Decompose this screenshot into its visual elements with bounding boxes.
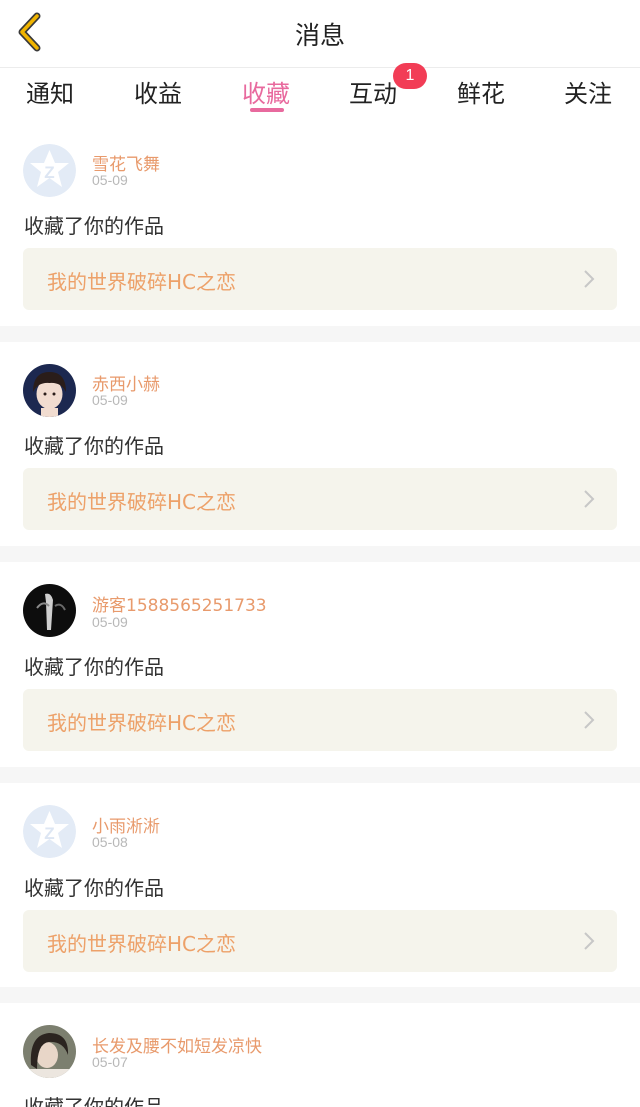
tab-label: 鲜花	[457, 80, 505, 108]
chevron-right-icon	[583, 710, 595, 734]
divider	[0, 767, 640, 783]
message-date: 05-08	[92, 834, 128, 850]
tab-label: 收益	[134, 80, 182, 108]
action-text: 收藏了你的作品	[24, 1095, 164, 1107]
list-item: 游客1588565251733 05-09 收藏了你的作品 我的世界破碎HC之恋	[0, 562, 640, 767]
work-link[interactable]: 我的世界破碎HC之恋	[23, 910, 617, 972]
action-text: 收藏了你的作品	[24, 214, 164, 238]
nav-bar: 消息	[0, 0, 640, 68]
work-link[interactable]: 我的世界破碎HC之恋	[23, 248, 617, 310]
divider	[0, 987, 640, 1003]
work-title: 我的世界破碎HC之恋	[47, 932, 237, 956]
action-text: 收藏了你的作品	[24, 434, 164, 458]
tab-label: 通知	[26, 80, 74, 108]
avatar[interactable]	[23, 584, 76, 637]
username[interactable]: 游客1588565251733	[92, 591, 267, 616]
active-tab-indicator	[250, 108, 284, 112]
unread-badge: 1	[393, 63, 427, 89]
page-title: 消息	[294, 21, 345, 50]
photo-avatar-icon	[23, 364, 76, 417]
svg-text:Z: Z	[44, 163, 54, 182]
list-item: Z 雪花飞舞 05-09 收藏了你的作品 我的世界破碎HC之恋	[0, 124, 640, 326]
message-date: 05-09	[92, 392, 128, 408]
default-z-avatar-icon: Z	[23, 144, 76, 197]
avatar[interactable]: Z	[23, 805, 76, 858]
photo-avatar-icon	[23, 1025, 76, 1078]
tab-bar: 通知 收益 收藏 互动 1 鲜花 关注	[0, 63, 640, 124]
action-text: 收藏了你的作品	[24, 876, 164, 900]
tab-notification[interactable]: 通知	[26, 74, 74, 109]
work-link[interactable]: 我的世界破碎HC之恋	[23, 468, 617, 530]
work-title: 我的世界破碎HC之恋	[47, 711, 237, 735]
work-link[interactable]: 我的世界破碎HC之恋	[23, 689, 617, 751]
message-date: 05-09	[92, 614, 128, 630]
svg-text:Z: Z	[44, 824, 54, 843]
tab-favorites[interactable]: 收藏	[242, 74, 290, 109]
work-title: 我的世界破碎HC之恋	[47, 270, 237, 294]
list-item: Z 小雨淅淅 05-08 收藏了你的作品 我的世界破碎HC之恋	[0, 783, 640, 987]
divider	[0, 326, 640, 342]
tab-follow[interactable]: 关注	[564, 74, 612, 109]
chevron-right-icon	[583, 931, 595, 955]
avatar[interactable]	[23, 1025, 76, 1078]
list-item: 赤西小赫 05-09 收藏了你的作品 我的世界破碎HC之恋	[0, 342, 640, 546]
tab-earnings[interactable]: 收益	[134, 74, 182, 109]
avatar[interactable]	[23, 364, 76, 417]
tab-label: 收藏	[242, 80, 290, 108]
avatar[interactable]: Z	[23, 144, 76, 197]
tab-label: 关注	[564, 80, 612, 108]
tab-interaction[interactable]: 互动 1	[349, 63, 427, 109]
work-title: 我的世界破碎HC之恋	[47, 490, 237, 514]
dark-photo-avatar-icon	[23, 584, 76, 637]
action-text: 收藏了你的作品	[24, 655, 164, 679]
tab-label: 互动	[349, 80, 397, 108]
divider	[0, 546, 640, 562]
default-z-avatar-icon: Z	[23, 805, 76, 858]
list-item: 长发及腰不如短发凉快 05-07 收藏了你的作品	[0, 1003, 640, 1107]
message-date: 05-07	[92, 1054, 128, 1070]
message-date: 05-09	[92, 172, 128, 188]
chevron-right-icon	[583, 489, 595, 513]
tab-flowers[interactable]: 鲜花	[457, 74, 505, 109]
chevron-right-icon	[583, 269, 595, 293]
